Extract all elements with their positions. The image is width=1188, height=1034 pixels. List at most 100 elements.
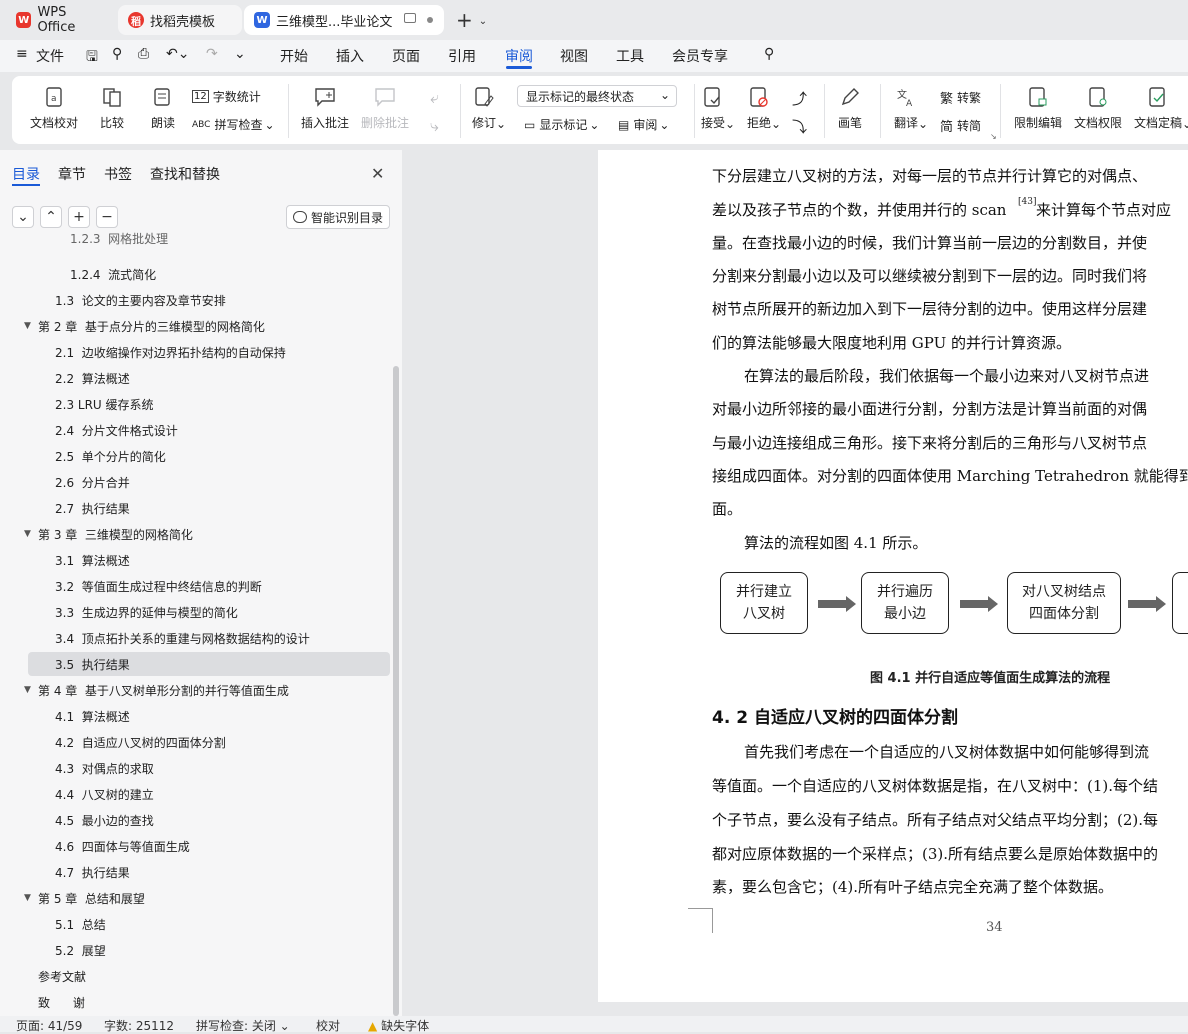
- toc-item[interactable]: 1.2.3 网格批处理: [0, 232, 390, 260]
- nav-tab-bookmarks[interactable]: 书签: [104, 164, 132, 184]
- toc-item[interactable]: 2.5 单个分片的简化: [0, 444, 390, 468]
- more-chevron-icon[interactable]: ⌄: [234, 46, 246, 62]
- to-simplified-button[interactable]: 简转简: [940, 116, 981, 135]
- nav-tab-chapters[interactable]: 章节: [58, 164, 86, 184]
- menu-member[interactable]: 会员专享: [672, 46, 728, 66]
- status-words[interactable]: 字数: 25112: [104, 1017, 174, 1034]
- track-changes-button[interactable]: 修订 ⌄: [472, 86, 506, 131]
- expand-arrow-icon[interactable]: ▼: [24, 529, 31, 539]
- tab-document[interactable]: W 三维模型...毕业论文: [244, 5, 444, 35]
- toc-item[interactable]: 2.3 LRU 缓存系统: [0, 392, 390, 416]
- toc-item[interactable]: 4.4 八叉树的建立: [0, 782, 390, 806]
- toc-item[interactable]: ▼ 第 2 章 基于点分片的三维模型的网格简化: [0, 314, 390, 338]
- chevron-down-icon[interactable]: ⌄: [479, 16, 487, 27]
- menu-page[interactable]: 页面: [392, 46, 420, 66]
- toc-item[interactable]: ▼ 第 4 章 基于八叉树单形分割的并行等值面生成: [0, 678, 390, 702]
- toc-item[interactable]: 致 谢: [0, 990, 390, 1014]
- save-icon[interactable]: 🖫: [86, 46, 98, 70]
- reject-button[interactable]: 拒绝 ⌄: [747, 86, 781, 131]
- next-change-icon[interactable]: ⤵: [792, 116, 807, 137]
- close-icon[interactable]: ✕: [371, 164, 384, 183]
- compare-button[interactable]: 比较: [100, 86, 124, 131]
- read-aloud-button[interactable]: 朗读: [151, 86, 175, 131]
- toc-item[interactable]: 2.6 分片合并: [0, 470, 390, 494]
- menu-view[interactable]: 视图: [560, 46, 588, 66]
- toc-item[interactable]: 1.3 论文的主要内容及章节安排: [0, 288, 390, 312]
- new-tab-button[interactable]: + ⌄: [456, 8, 487, 32]
- menu-home[interactable]: 开始: [280, 46, 308, 66]
- insert-comment-button[interactable]: 插入批注: [301, 86, 349, 131]
- restrict-edit-button[interactable]: 限制编辑: [1014, 86, 1062, 131]
- toc-item[interactable]: 4.3 对偶点的求取: [0, 756, 390, 780]
- toc-item[interactable]: 5.1 总结: [0, 912, 390, 936]
- nav-tab-toc[interactable]: 目录: [12, 164, 40, 184]
- next-comment-icon[interactable]: ⤷: [430, 116, 439, 136]
- toc-item[interactable]: 2.4 分片文件格式设计: [0, 418, 390, 442]
- toc-item[interactable]: 参考文献: [0, 964, 390, 988]
- status-spell[interactable]: 拼写检查: 关闭 ⌄: [196, 1017, 290, 1034]
- doc-permissions-button[interactable]: 文档权限: [1074, 86, 1122, 131]
- nav-tab-find-replace[interactable]: 查找和替换: [150, 164, 220, 184]
- toc-item[interactable]: 2.7 执行结果: [0, 496, 390, 520]
- pen-button[interactable]: 画笔: [838, 86, 862, 131]
- undo-icon[interactable]: ↶⌄: [166, 46, 189, 62]
- toc-item-label: 3.3 生成边界的延伸与模型的简化: [55, 605, 238, 620]
- toc-item[interactable]: 3.2 等值面生成过程中终结信息的判断: [0, 574, 390, 598]
- toc-item[interactable]: 1.2.4 流式简化: [0, 262, 390, 286]
- print-preview-icon[interactable]: ⎙: [138, 46, 149, 62]
- toc-item[interactable]: 3.4 顶点拓扑关系的重建与网格数据结构的设计: [0, 626, 390, 650]
- toc-item[interactable]: 3.3 生成边界的延伸与模型的简化: [0, 600, 390, 624]
- status-page[interactable]: 页面: 41/59: [16, 1017, 82, 1034]
- expand-arrow-icon[interactable]: ▼: [24, 685, 31, 695]
- tab-wps-office[interactable]: W WPS Office: [6, 5, 116, 35]
- nav-scrollbar[interactable]: [393, 366, 399, 1016]
- dialog-launcher-icon[interactable]: ↘: [990, 132, 997, 141]
- citation-superscript[interactable]: [43]: [1018, 197, 1036, 207]
- link-icon[interactable]: ⚲: [112, 46, 122, 62]
- to-traditional-button[interactable]: 繁转繁: [940, 88, 981, 107]
- toc-item[interactable]: 4.5 最小边的查找: [0, 808, 390, 832]
- menu-insert[interactable]: 插入: [336, 46, 364, 66]
- collapse-chevron-down-icon[interactable]: ⌄: [12, 206, 34, 228]
- smart-toc-button[interactable]: 智能识别目录: [286, 205, 390, 229]
- toc-item[interactable]: 5.2 展望: [0, 938, 390, 962]
- screen-icon[interactable]: [404, 13, 416, 23]
- redo-icon[interactable]: ↷: [206, 46, 218, 62]
- menu-references[interactable]: 引用: [448, 46, 476, 66]
- markup-mode-select[interactable]: 显示标记的最终状态 ⌄: [517, 85, 677, 107]
- hamburger-menu-icon[interactable]: ≡: [16, 46, 28, 62]
- delete-comment-button[interactable]: 删除批注: [361, 86, 409, 131]
- translate-button[interactable]: 文A 翻译 ⌄: [894, 86, 928, 131]
- menu-review[interactable]: 审阅: [505, 46, 533, 66]
- expand-arrow-icon[interactable]: ▼: [24, 893, 31, 903]
- tab-templates[interactable]: 稻 找稻壳模板: [118, 5, 242, 35]
- search-icon[interactable]: ⚲: [764, 46, 774, 62]
- doc-proof-button[interactable]: a 文档校对: [30, 86, 78, 131]
- toc-item[interactable]: 3.1 算法概述: [0, 548, 390, 572]
- toc-item[interactable]: ▼ 第 3 章 三维模型的网格简化: [0, 522, 390, 546]
- menu-file[interactable]: 文件: [36, 46, 64, 66]
- status-missing-font[interactable]: ▲ 缺失字体: [368, 1017, 429, 1034]
- remove-heading-icon[interactable]: −: [96, 206, 118, 228]
- expand-arrow-icon[interactable]: ▼: [24, 321, 31, 331]
- doc-finalize-button[interactable]: 文档定稿 ⌄: [1134, 86, 1188, 131]
- prev-comment-icon[interactable]: ⤶: [430, 88, 439, 108]
- word-count-button[interactable]: 12 字数统计: [192, 88, 261, 105]
- menu-tools[interactable]: 工具: [616, 46, 644, 66]
- collapse-chevron-up-icon[interactable]: ⌃: [40, 206, 62, 228]
- show-markup-button[interactable]: ▭ 显示标记 ⌄: [524, 116, 599, 133]
- toc-item[interactable]: 2.1 边收缩操作对边界拓扑结构的自动保持: [0, 340, 390, 364]
- toc-item[interactable]: 3.5 执行结果: [28, 652, 390, 676]
- add-heading-icon[interactable]: +: [68, 206, 90, 228]
- prev-change-icon[interactable]: ⤴: [792, 88, 807, 109]
- toc-item[interactable]: 4.2 自适应八叉树的四面体分割: [0, 730, 390, 754]
- spell-check-button[interactable]: ABC 拼写检查 ⌄: [192, 116, 275, 133]
- accept-button[interactable]: 接受 ⌄: [701, 86, 735, 131]
- toc-item[interactable]: ▼ 第 5 章 总结和展望: [0, 886, 390, 910]
- toc-item[interactable]: 4.6 四面体与等值面生成: [0, 834, 390, 858]
- toc-item[interactable]: 4.7 执行结果: [0, 860, 390, 884]
- toc-item[interactable]: 2.2 算法概述: [0, 366, 390, 390]
- status-proof[interactable]: 校对: [316, 1017, 340, 1034]
- toc-item[interactable]: 4.1 算法概述: [0, 704, 390, 728]
- review-pane-button[interactable]: ▤ 审阅 ⌄: [618, 116, 669, 133]
